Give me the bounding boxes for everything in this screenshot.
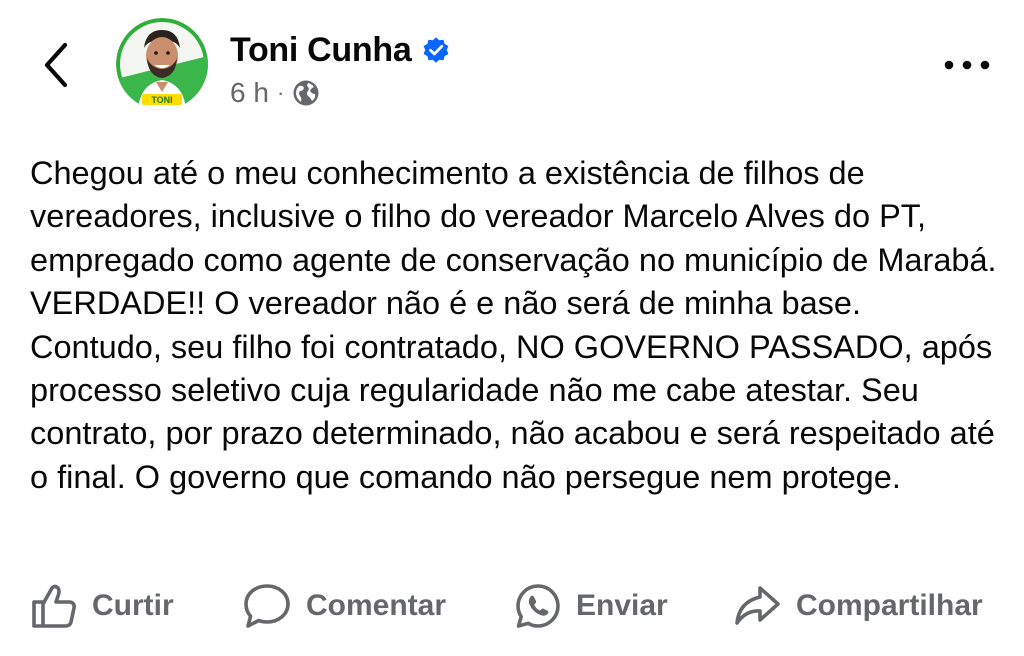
- meta-separator: ·: [276, 80, 285, 105]
- globe-icon[interactable]: [292, 79, 320, 107]
- chevron-left-icon: [44, 42, 68, 88]
- comment-button[interactable]: Comentar: [242, 578, 446, 634]
- comment-label: Comentar: [306, 589, 447, 622]
- back-button[interactable]: [38, 40, 74, 90]
- send-button[interactable]: Enviar: [514, 578, 668, 634]
- author-name[interactable]: Toni Cunha: [230, 31, 412, 70]
- comment-bubble-icon: [244, 584, 290, 628]
- avatar[interactable]: TONI: [116, 18, 208, 110]
- like-button[interactable]: Curtir: [30, 578, 174, 634]
- author-row: Toni Cunha: [230, 28, 451, 72]
- share-label: Compartilhar: [796, 589, 983, 622]
- verified-badge-icon: [421, 35, 451, 65]
- svg-text:TONI: TONI: [151, 95, 172, 105]
- post-meta: 6 h ·: [230, 76, 320, 110]
- share-button[interactable]: Compartilhar: [732, 578, 983, 634]
- post-time[interactable]: 6 h: [230, 77, 269, 109]
- whatsapp-icon: [516, 584, 560, 628]
- like-label: Curtir: [92, 589, 174, 622]
- send-label: Enviar: [576, 589, 668, 622]
- action-bar: Curtir Comentar Enviar Compartilhar: [0, 578, 1024, 634]
- more-horizontal-icon: [944, 60, 990, 70]
- post-text: Chegou até o meu conhecimento a existênc…: [30, 155, 997, 495]
- thumbs-up-icon: [32, 584, 76, 628]
- more-options-button[interactable]: [940, 48, 994, 82]
- share-arrow-icon: [735, 586, 780, 625]
